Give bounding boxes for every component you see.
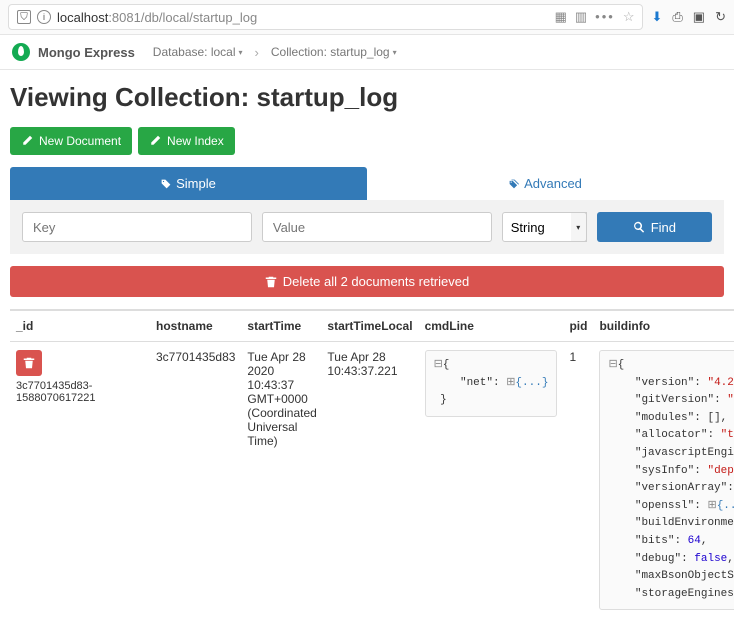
collapse-icon[interactable]: ⊟ bbox=[434, 359, 443, 371]
new-document-button[interactable]: New Document bbox=[10, 127, 132, 155]
container-icon[interactable]: ▣ bbox=[693, 9, 705, 25]
delete-all-button[interactable]: Delete all 2 documents retrieved bbox=[10, 266, 724, 297]
sync-icon[interactable]: ↻ bbox=[715, 9, 726, 25]
col-hostname: hostname bbox=[150, 310, 241, 342]
qr-icon[interactable]: ▦ bbox=[555, 9, 567, 25]
app-navbar: Mongo Express Database: local▾ › Collect… bbox=[0, 35, 734, 70]
chevron-down-icon: ▾ bbox=[393, 48, 397, 57]
brand-name[interactable]: Mongo Express bbox=[38, 45, 135, 60]
search-tabs: Simple Advanced bbox=[10, 167, 724, 200]
url-text: localhost:8081/db/local/startup_log bbox=[57, 10, 257, 25]
col-id: _id bbox=[10, 310, 150, 342]
shield-icon: ⛉ bbox=[17, 10, 31, 24]
breadcrumb-collection[interactable]: Collection: startup_log▾ bbox=[271, 45, 397, 59]
col-pid: pid bbox=[563, 310, 593, 342]
table-row[interactable]: 3c7701435d83-1588070617221 3c7701435d83 … bbox=[10, 342, 734, 619]
cell-pid: 1 bbox=[563, 342, 593, 619]
tag-icon bbox=[161, 179, 171, 189]
expand-icon[interactable]: ⊞ bbox=[707, 500, 716, 512]
browser-address-bar: ⛉ i localhost:8081/db/local/startup_log … bbox=[0, 0, 734, 35]
find-button[interactable]: Find bbox=[597, 212, 712, 242]
collapse-icon[interactable]: ⊟ bbox=[608, 359, 617, 371]
breadcrumb-database[interactable]: Database: local▾ bbox=[153, 45, 243, 59]
search-icon bbox=[633, 221, 645, 233]
col-starttimelocal: startTimeLocal bbox=[321, 310, 418, 342]
pencil-icon bbox=[149, 135, 161, 147]
browser-toolbar-right: ⬇ ⎙ ▣ ↻ bbox=[651, 9, 726, 25]
tab-advanced[interactable]: Advanced bbox=[367, 167, 724, 200]
page-title: Viewing Collection: startup_log bbox=[10, 82, 724, 113]
info-icon[interactable]: i bbox=[37, 10, 51, 24]
reader-icon[interactable]: ▥ bbox=[575, 9, 587, 25]
chevron-down-icon[interactable]: ▾ bbox=[571, 212, 587, 242]
cell-id: 3c7701435d83-1588070617221 bbox=[16, 380, 144, 404]
col-cmdline: cmdLine bbox=[419, 310, 564, 342]
tab-simple[interactable]: Simple bbox=[10, 167, 367, 200]
cell-starttime: Tue Apr 28 2020 10:43:37 GMT+0000 (Coord… bbox=[241, 342, 321, 619]
table-header-row: _id hostname startTime startTimeLocal cm… bbox=[10, 310, 734, 342]
key-input[interactable] bbox=[22, 212, 252, 242]
trash-icon bbox=[265, 276, 277, 288]
col-starttime: startTime bbox=[241, 310, 321, 342]
cell-cmdline-json[interactable]: ⊟{ "net": ⊞{...} } bbox=[425, 350, 558, 417]
cell-starttimelocal: Tue Apr 28 10:43:37.221 bbox=[321, 342, 418, 619]
value-input[interactable] bbox=[262, 212, 492, 242]
mongo-logo-icon bbox=[12, 43, 30, 61]
more-icon[interactable]: ••• bbox=[595, 9, 615, 25]
cell-buildinfo-json[interactable]: ⊟{ "version": "4.2.6", "gitVersion": "20… bbox=[599, 350, 734, 610]
pencil-icon bbox=[21, 135, 33, 147]
breadcrumb-separator: › bbox=[255, 45, 259, 60]
chevron-down-icon: ▾ bbox=[239, 48, 243, 57]
trash-icon bbox=[23, 357, 35, 369]
url-box[interactable]: ⛉ i localhost:8081/db/local/startup_log … bbox=[8, 4, 643, 30]
new-index-button[interactable]: New Index bbox=[138, 127, 235, 155]
tags-icon bbox=[509, 179, 519, 189]
library-icon[interactable]: ⎙ bbox=[672, 9, 682, 25]
delete-row-button[interactable] bbox=[16, 350, 42, 376]
search-panel: String ▾ Find bbox=[10, 200, 724, 254]
download-icon[interactable]: ⬇ bbox=[651, 9, 662, 25]
documents-table: _id hostname startTime startTimeLocal cm… bbox=[10, 309, 734, 618]
cell-hostname: 3c7701435d83 bbox=[150, 342, 241, 619]
col-buildinfo: buildinfo bbox=[593, 310, 734, 342]
bookmark-icon[interactable]: ☆ bbox=[623, 9, 635, 25]
